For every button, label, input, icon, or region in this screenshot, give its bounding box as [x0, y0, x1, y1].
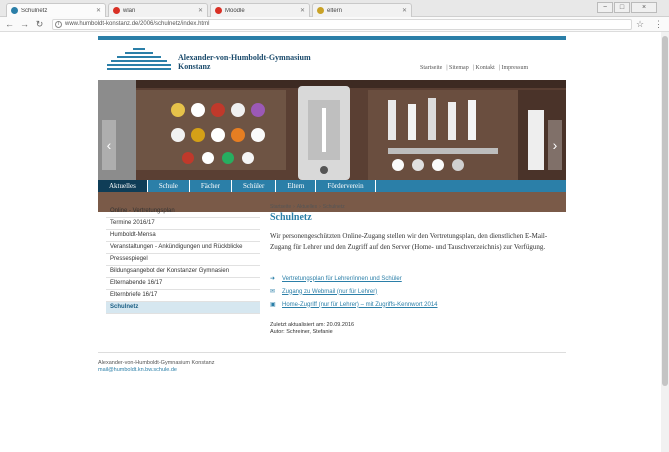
tab-title: Schulnetz — [21, 7, 48, 14]
footer-address: Alexander-von-Humboldt-Gymnasium Konstan… — [98, 360, 215, 366]
breadcrumb-separator: › — [293, 204, 295, 210]
nav-item-schule[interactable]: Schule — [148, 180, 190, 192]
folder-icon: ▣ — [270, 302, 276, 308]
minimize-button[interactable]: − — [597, 2, 613, 13]
footer-divider — [98, 352, 566, 353]
sidebar-menu: Online - Vertretungsplan Termine 2016/17… — [106, 206, 260, 314]
nav-item-foerderverein[interactable]: Förderverein — [316, 180, 376, 192]
meta-link-impressum[interactable]: Impressum — [501, 65, 528, 71]
sidebar-item-vertretungsplan[interactable]: Online - Vertretungsplan — [106, 206, 260, 218]
sidebar-item-mensa[interactable]: Humboldt-Mensa — [106, 230, 260, 242]
reload-icon[interactable]: ↻ — [34, 19, 45, 30]
footer: Alexander-von-Humboldt-Gymnasium Konstan… — [98, 360, 214, 374]
breadcrumb: Startseite › Aktuelles › Schulnetz — [270, 204, 345, 210]
list-item[interactable]: ▣ Home-Zugriff (nur für Lehrer) – mit Zu… — [270, 298, 566, 311]
link-webmail[interactable]: Zugang zu Webmail (nur für Lehrer) — [282, 289, 377, 295]
address-url: www.humboldt-konstanz.de/2006/schulnetz/… — [65, 21, 210, 27]
browser-tab-3[interactable]: Moodle ✕ — [210, 3, 310, 17]
link-list: ➜ Vertretungsplan für Lehrer/innen und S… — [270, 272, 566, 311]
intro-text: Wir personengeschützten Online-Zugang st… — [270, 232, 548, 251]
banner-prev-arrow-icon[interactable]: ‹ — [102, 120, 116, 170]
school-logo-icon[interactable] — [107, 48, 171, 72]
breadcrumb-item[interactable]: Aktuelles — [297, 204, 317, 210]
nav-item-schueler[interactable]: Schüler — [232, 180, 277, 192]
school-name-line1: Alexander-von-Humboldt-Gymnasium — [178, 53, 311, 62]
tab-favicon-icon — [11, 7, 18, 14]
tab-favicon-icon — [317, 7, 324, 14]
bookmark-star-icon[interactable]: ☆ — [636, 19, 644, 30]
tab-title: Moodle — [225, 7, 245, 14]
author: Autor: Schreiner, Stefanie — [270, 329, 333, 335]
tab-title: eltern — [327, 7, 343, 14]
link-vertretungsplan[interactable]: Vertretungsplan für Lehrer/innen und Sch… — [282, 276, 402, 282]
mail-icon: ✉ — [270, 289, 276, 295]
sidebar-item-bildungsangebot[interactable]: Bildungsangebot der Konstanzer Gymnasien — [106, 266, 260, 278]
scrollbar-thumb[interactable] — [662, 36, 668, 386]
link-icon: ➜ — [270, 276, 276, 282]
banner-next-arrow-icon[interactable]: › — [548, 120, 562, 170]
forward-arrow-icon[interactable]: → — [19, 19, 30, 30]
page-viewport: Alexander-von-Humboldt-Gymnasium Konstan… — [0, 32, 661, 452]
footer-email-link[interactable]: mail@humboldt.kn.bw.schule.de — [98, 367, 214, 374]
sidebar-item-pressespiegel[interactable]: Pressespiegel — [106, 254, 260, 266]
tab-close-icon[interactable]: ✕ — [300, 7, 305, 14]
browser-tab-2[interactable]: wlan ✕ — [108, 3, 208, 17]
browser-toolbar: ← → ↻ i www.humboldt-konstanz.de/2006/sc… — [0, 17, 669, 32]
page-title: Schulnetz — [270, 212, 312, 223]
address-bar[interactable]: i www.humboldt-konstanz.de/2006/schulnet… — [52, 19, 632, 30]
meta-link-startseite[interactable]: Startseite — [420, 65, 442, 71]
back-arrow-icon[interactable]: ← — [4, 19, 15, 30]
browser-tab-4[interactable]: eltern ✕ — [312, 3, 412, 17]
sidebar-item-elternbriefe[interactable]: Elternbriefe 16/17 — [106, 290, 260, 302]
tab-close-icon[interactable]: ✕ — [96, 7, 101, 14]
tab-close-icon[interactable]: ✕ — [402, 7, 407, 14]
browser-tab-1[interactable]: Schulnetz ✕ — [6, 3, 106, 17]
tab-favicon-icon — [215, 7, 222, 14]
list-item[interactable]: ➜ Vertretungsplan für Lehrer/innen und S… — [270, 272, 566, 285]
meta-link-kontakt[interactable]: Kontakt — [475, 65, 494, 71]
last-changed-date: Zuletzt aktualisiert am: 20.09.2016 — [270, 322, 355, 328]
last-changed-info: Zuletzt aktualisiert am: 20.09.2016 Auto… — [270, 322, 354, 336]
link-home-zugriff[interactable]: Home-Zugriff (nur für Lehrer) – mit Zugr… — [282, 302, 438, 308]
list-item[interactable]: ✉ Zugang zu Webmail (nur für Lehrer) — [270, 285, 566, 298]
browser-tabstrip: Schulnetz ✕ wlan ✕ Moodle ✕ eltern ✕ − □… — [0, 0, 669, 17]
main-navigation: Aktuelles Schule Fächer Schüler Eltern F… — [98, 180, 566, 192]
tab-close-icon[interactable]: ✕ — [198, 7, 203, 14]
header-accent-bar — [98, 36, 566, 40]
maximize-button[interactable]: □ — [614, 2, 630, 13]
school-name[interactable]: Alexander-von-Humboldt-Gymnasium Konstan… — [178, 53, 311, 71]
close-window-button[interactable]: × — [631, 2, 657, 13]
sidebar-item-veranstaltungen[interactable]: Veranstaltungen - Ankündigungen und Rück… — [106, 242, 260, 254]
tab-favicon-icon — [113, 7, 120, 14]
kitchen-photo-image — [98, 80, 566, 212]
school-name-line2: Konstanz — [178, 62, 211, 71]
nav-item-eltern[interactable]: Eltern — [276, 180, 317, 192]
meta-links: Startseite | Sitemap | Kontakt | Impressum — [420, 65, 529, 71]
sidebar-item-elternabende[interactable]: Elternabende 16/17 — [106, 278, 260, 290]
sidebar-item-schulnetz[interactable]: Schulnetz — [106, 302, 260, 314]
meta-link-sitemap[interactable]: Sitemap — [449, 65, 469, 71]
vertical-scrollbar[interactable] — [661, 32, 669, 452]
header-banner-photo: ‹ › — [98, 80, 566, 212]
sidebar-item-termine[interactable]: Termine 2016/17 — [106, 218, 260, 230]
nav-item-faecher[interactable]: Fächer — [190, 180, 232, 192]
browser-menu-icon[interactable]: ⋮ — [654, 19, 663, 30]
breadcrumb-separator: › — [319, 204, 321, 210]
breadcrumb-item-current: Schulnetz — [322, 204, 345, 210]
info-icon[interactable]: i — [55, 21, 62, 28]
nav-item-aktuelles[interactable]: Aktuelles — [98, 180, 148, 192]
tab-title: wlan — [123, 7, 136, 14]
breadcrumb-item[interactable]: Startseite — [270, 204, 291, 210]
